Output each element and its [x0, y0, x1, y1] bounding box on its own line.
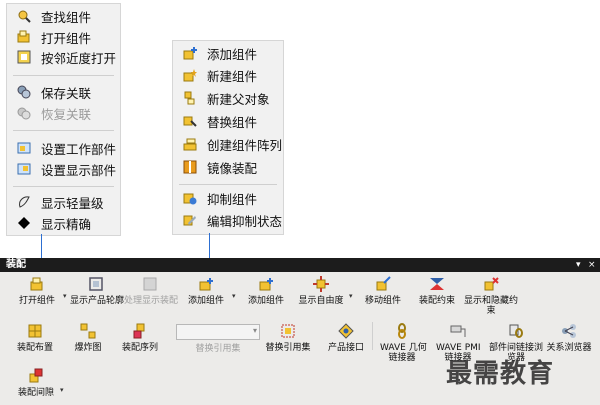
exploded-view-icon — [80, 323, 96, 339]
relationship-browser-button[interactable]: 关系浏览器 — [546, 323, 592, 353]
add-component-menu: 添加组件 新建组件 新建父对象 替换组件 创建组件阵列 镜像装配 抑制组件 编辑… — [172, 40, 284, 235]
menu-item-show-exact[interactable]: 显示精确 — [7, 213, 120, 233]
show-degrees-of-freedom-button[interactable]: 显示自由度 — [298, 276, 344, 306]
replace-component-icon — [183, 116, 197, 127]
menu-separator — [179, 184, 277, 185]
save-association-icon — [17, 85, 31, 99]
open-component-icon — [17, 30, 30, 43]
component-menu: 查找组件 打开组件 按邻近度打开 保存关联 恢复关联 设置工作部件 设置显示部件… — [6, 3, 121, 236]
move-component-icon — [376, 276, 391, 291]
menu-item-set-work-part[interactable]: 设置工作部件 — [7, 138, 120, 158]
edit-suppression-icon — [183, 215, 196, 226]
add-component-button-2[interactable]: 添加组件 — [246, 276, 286, 306]
add-component-icon — [183, 47, 197, 60]
assembly-clearance-icon — [29, 368, 43, 383]
menu-separator — [13, 130, 114, 131]
menu-item-new-parent[interactable]: 新建父对象 — [173, 88, 283, 108]
assembly-constraints-icon — [430, 278, 444, 290]
menu-separator — [13, 75, 114, 76]
menu-item-open-by-proximity[interactable]: 按邻近度打开 — [7, 47, 120, 67]
menu-item-new-component[interactable]: 新建组件 — [173, 65, 283, 85]
toolbar-titlebar: 装配 ▾ × — [0, 258, 600, 272]
chevron-down-icon[interactable]: ▾ — [63, 292, 67, 300]
process-display-assembly-button[interactable]: 处理显示装配 — [124, 276, 178, 306]
menu-dropdown-icon[interactable]: ▾ — [576, 258, 581, 272]
wave-geometry-linker-button[interactable]: WAVE 几何 链接器 — [380, 323, 427, 363]
product-interface-button[interactable]: 产品接口 — [324, 323, 368, 353]
mirror-assembly-icon — [183, 160, 197, 174]
menu-item-component-array[interactable]: 创建组件阵列 — [173, 134, 283, 154]
set-work-part-icon — [17, 142, 31, 154]
product-interface-icon — [338, 323, 354, 339]
open-component-icon — [30, 277, 43, 291]
replace-reference-set-icon — [281, 324, 295, 338]
wave-geometry-linker-icon — [398, 323, 406, 339]
move-component-button[interactable]: 移动组件 — [362, 276, 404, 306]
exploded-view-button[interactable]: 爆炸图 — [70, 323, 106, 353]
chevron-down-icon[interactable]: ▾ — [232, 292, 236, 300]
replace-reference-set-label-disabled: 替换引用集 — [195, 344, 241, 354]
replace-reference-set-button[interactable]: 替换引用集 — [262, 323, 314, 353]
product-outline-icon — [89, 277, 103, 291]
add-component-button[interactable]: 添加组件 — [186, 276, 226, 306]
menu-item-find-component[interactable]: 查找组件 — [7, 6, 120, 26]
menu-item-restore-association[interactable]: 恢复关联 — [7, 103, 120, 123]
suppress-component-icon — [183, 193, 197, 205]
menu-item-add-component[interactable]: 添加组件 — [173, 43, 283, 63]
degrees-of-freedom-icon — [313, 276, 329, 292]
chevron-down-icon[interactable]: ▾ — [349, 292, 353, 300]
add-component-icon — [199, 278, 213, 291]
close-icon[interactable]: × — [588, 258, 596, 272]
open-by-proximity-icon — [17, 50, 31, 64]
menu-item-set-display-part[interactable]: 设置显示部件 — [7, 159, 120, 179]
show-hide-constraints-icon — [484, 277, 499, 291]
add-component-icon — [259, 278, 273, 291]
toolbar-divider — [372, 322, 373, 350]
watermark: 最需教育 — [446, 359, 555, 389]
menu-item-save-association[interactable]: 保存关联 — [7, 82, 120, 102]
assembly-constraints-button[interactable]: 装配约束 — [416, 276, 458, 306]
new-parent-icon — [184, 91, 195, 105]
menu-item-show-lightweight[interactable]: 显示轻量级 — [7, 192, 120, 212]
show-exact-icon — [18, 217, 30, 229]
show-lightweight-icon — [19, 196, 30, 208]
open-component-button[interactable]: 打开组件 — [14, 276, 60, 306]
chevron-down-icon[interactable]: ▾ — [60, 386, 64, 394]
assembly-sequence-button[interactable]: 装配序列 — [118, 323, 162, 353]
menu-item-suppress-component[interactable]: 抑制组件 — [173, 188, 283, 208]
relationship-browser-icon — [562, 324, 576, 338]
restore-association-icon — [17, 107, 31, 120]
component-array-icon — [183, 138, 197, 151]
reference-set-select[interactable]: ▾ — [176, 324, 260, 340]
assembly-arrangement-button[interactable]: 装配布置 — [14, 323, 56, 353]
wave-pmi-linker-icon — [450, 325, 466, 337]
interpart-link-browser-icon — [509, 324, 523, 338]
chevron-down-icon: ▾ — [252, 326, 257, 335]
new-component-icon — [183, 69, 197, 82]
assembly-clearance-button[interactable]: 装配间隙 — [14, 368, 58, 398]
menu-separator — [13, 186, 114, 187]
show-hide-constraints-button[interactable]: 显示和隐藏约 束 — [462, 276, 520, 316]
menu-item-edit-suppression[interactable]: 编辑抑制状态 — [173, 210, 283, 230]
menu-item-replace-component[interactable]: 替换组件 — [173, 111, 283, 131]
menu-item-mirror-assembly[interactable]: 镜像装配 — [173, 157, 283, 177]
toolbar-title: 装配 — [6, 259, 26, 270]
set-display-part-icon — [17, 163, 31, 175]
menu-item-open-component[interactable]: 打开组件 — [7, 27, 120, 47]
find-component-icon — [18, 10, 31, 23]
assembly-arrangement-icon — [28, 324, 42, 338]
display-assembly-icon — [143, 277, 157, 291]
show-product-outline-button[interactable]: 显示产品轮廓 — [70, 276, 124, 306]
assembly-sequence-icon — [133, 323, 145, 339]
